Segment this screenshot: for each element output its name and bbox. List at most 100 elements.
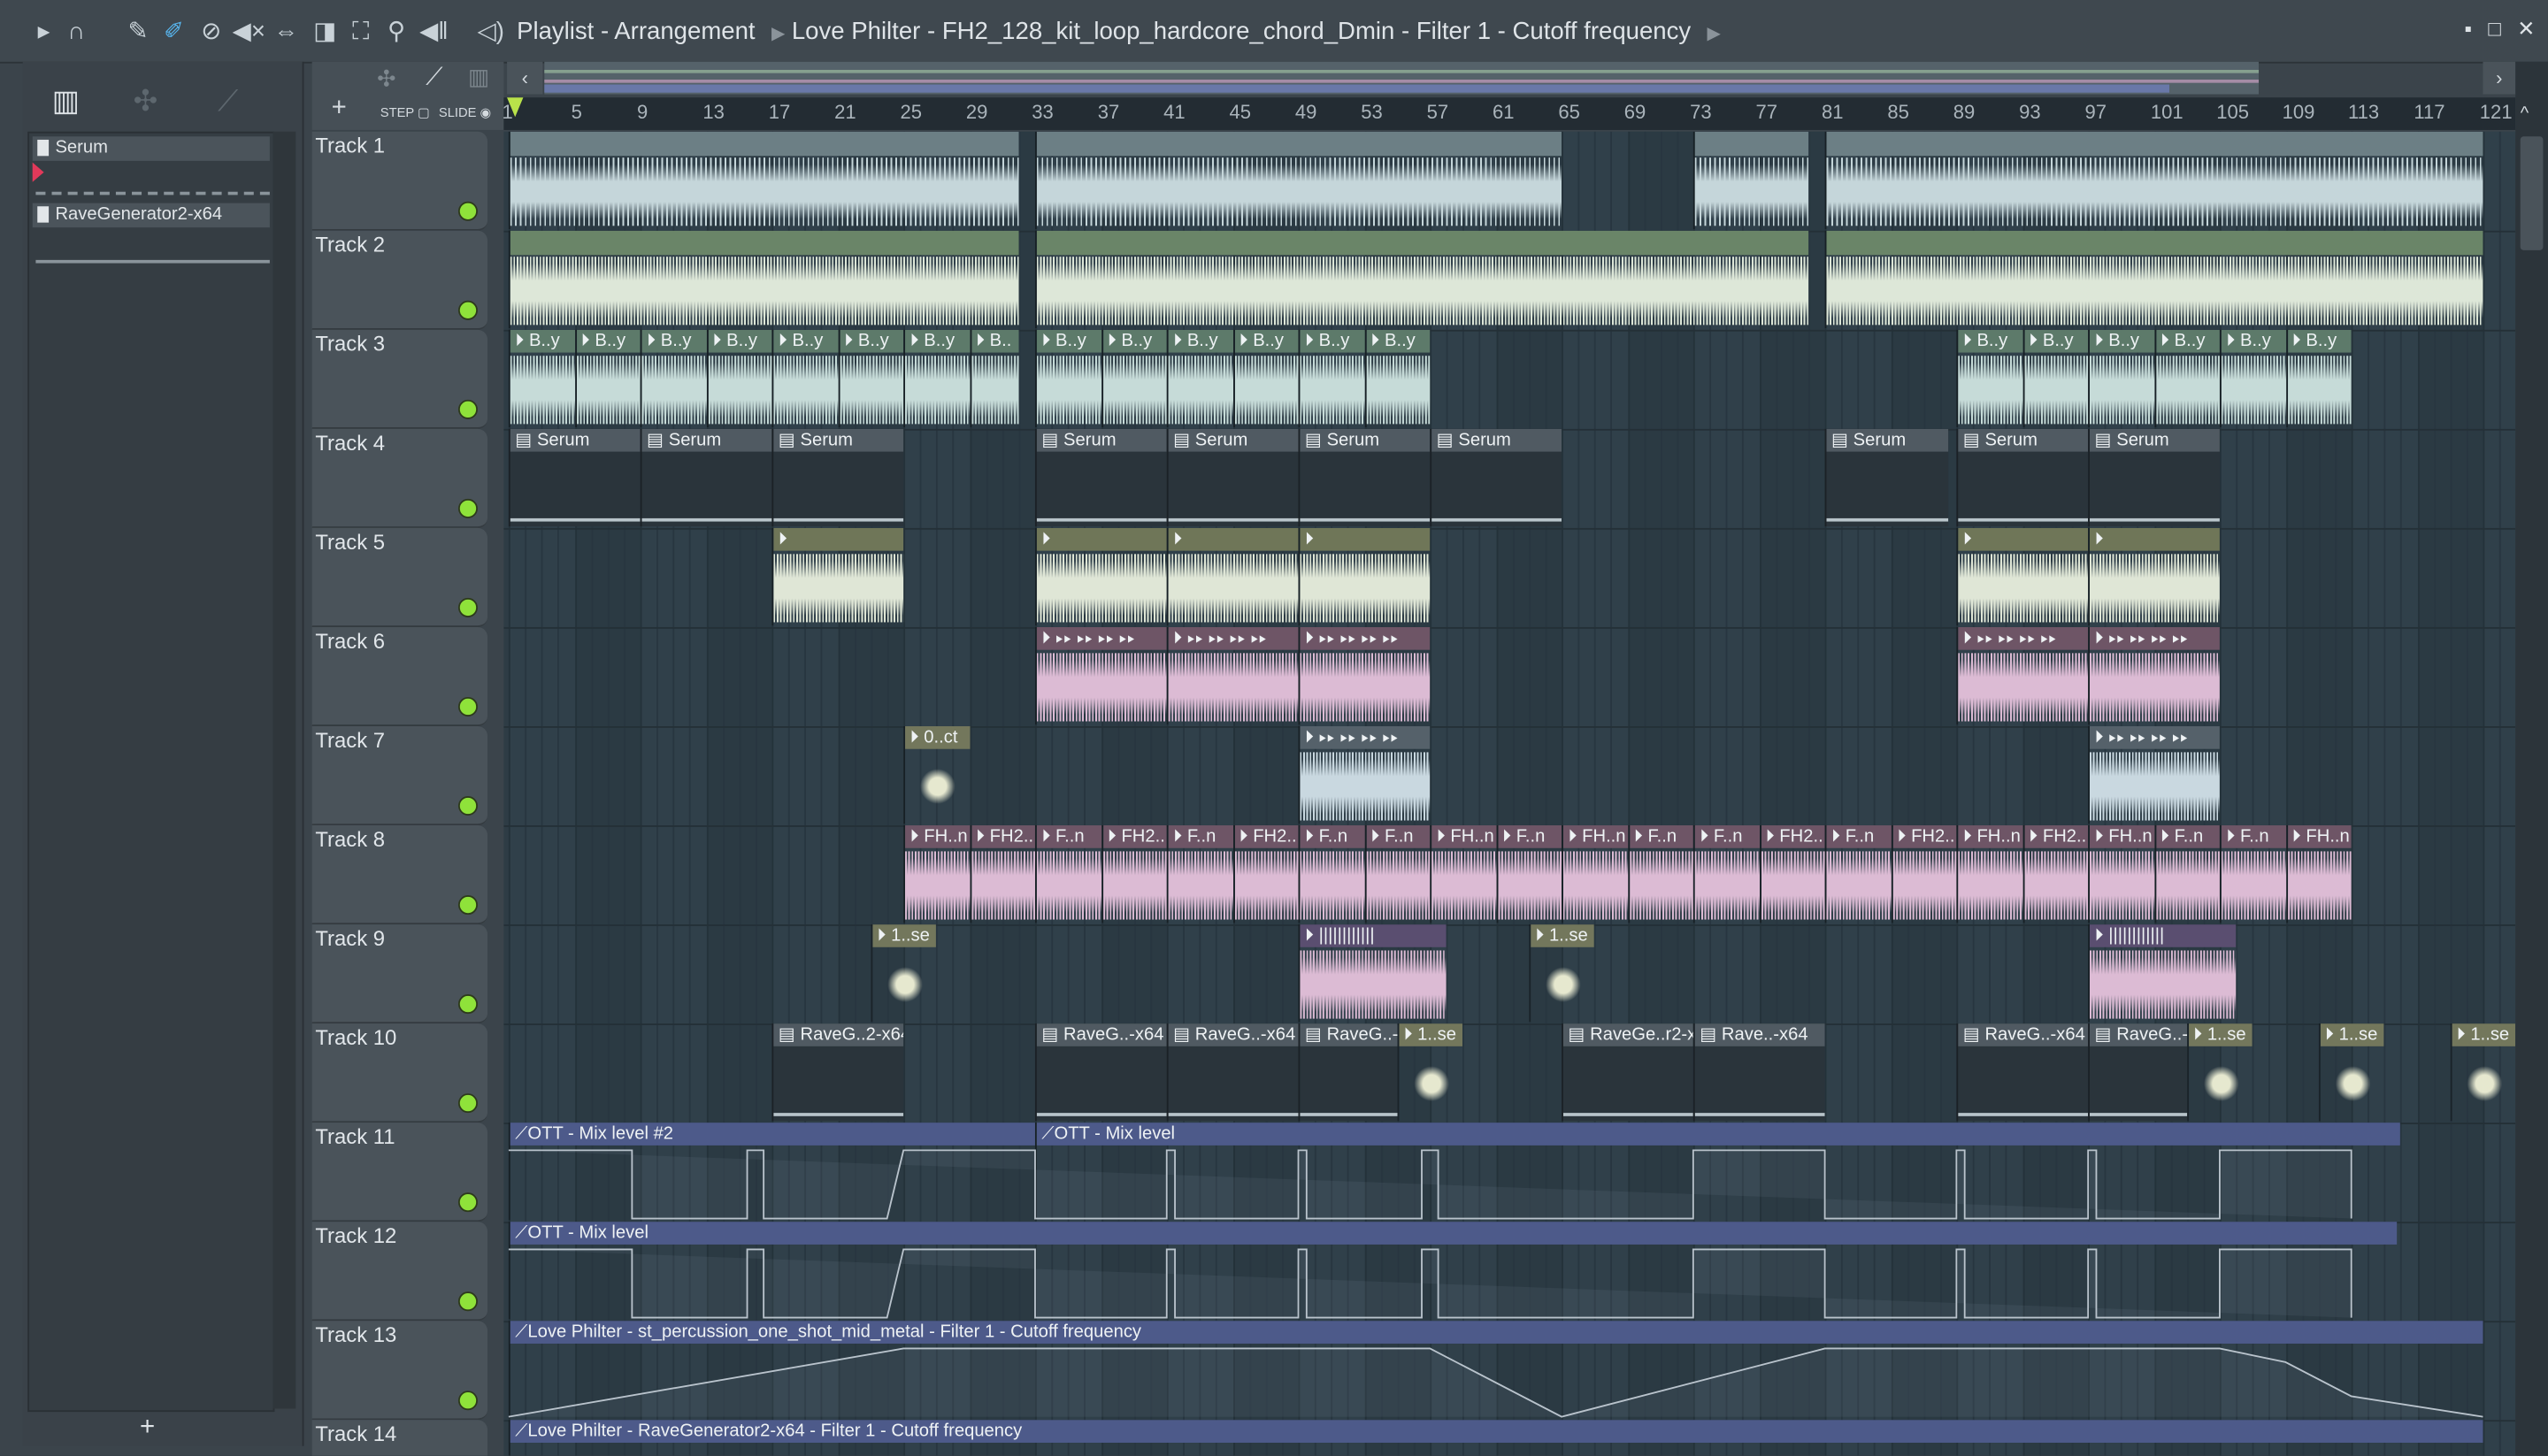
audio-clip[interactable]: ⏵ FH..n [2285,825,2352,923]
pattern-clip[interactable]: ▤ Serum [1956,428,2089,527]
audio-clip[interactable]: ⏵ FH2.. [1232,825,1299,923]
paint-icon[interactable]: ✐ [159,18,188,47]
audio-clip[interactable]: ⏵ |||||||||||| [2088,924,2237,1023]
track-header[interactable]: Track 2 [311,230,488,330]
close-button[interactable]: ✕ [2517,16,2535,41]
track-header[interactable]: Track 5 [311,527,488,627]
pattern-clip[interactable]: ▤ RaveG..-x64 [1166,1023,1299,1122]
audio-clip[interactable]: ⏵ B..y [2153,329,2220,428]
audio-clip[interactable]: ⏵ B..y [1298,329,1364,428]
pattern-clip[interactable]: ▤ Serum [1430,428,1562,527]
audio-clip[interactable]: ⏵ 1..se [1397,1023,1463,1122]
track-header[interactable]: Track 3 [311,329,488,429]
maximize-button[interactable]: □ [2488,16,2500,41]
audio-clip[interactable]: ⏵ FH..n [1430,825,1496,923]
add-track-button[interactable]: + [332,95,347,124]
audio-clip[interactable]: ⏵ FH2.. [1101,825,1167,923]
audio-clip[interactable]: ⏵ FH..n [1956,825,2022,923]
audio-clip[interactable]: ⏵ FH2.. [969,825,1035,923]
pattern-clip[interactable]: ▤ Serum [2088,428,2220,527]
audio-clip[interactable]: ⏵ F..n [1824,825,1892,923]
automation-clip[interactable]: ⟋OTT - Mix level [1034,1123,2401,1221]
audio-clip[interactable] [508,131,1019,229]
track-enable-led[interactable] [457,895,478,916]
track-header[interactable]: Track 13 [311,1321,488,1421]
pattern-clip[interactable]: ▤ Serum [771,428,904,527]
track-lane[interactable]: ⏵ ▸▸ ▸▸ ▸▸ ▸▸ ⏵ ▸▸ ▸▸ ▸▸ ▸▸ ⏵ ▸▸ ▸▸ ▸▸ ▸▸ ⏵… [503,626,2516,728]
track-lane[interactable]: ⏵ 1..se ⏵ |||||||||||| ⏵ 1..se ⏵ ||||||||||… [503,924,2516,1025]
track-lane[interactable] [503,230,2516,332]
audio-clip[interactable]: ⏵ F..n [1363,825,1431,923]
automation-clip[interactable]: ⟋Love Philter - RaveGenerator2-x64 - Fil… [508,1420,2483,1456]
speaker-icon[interactable]: ◁) [476,18,505,47]
audio-clip[interactable] [1034,131,1562,229]
audio-clip[interactable]: ⏵ ▸▸ ▸▸ ▸▸ ▸▸ [1034,626,1167,725]
track-enable-led[interactable] [457,1291,478,1312]
audio-clip[interactable]: ⏵ ▸▸ ▸▸ ▸▸ ▸▸ [1298,626,1431,725]
slide-toggle[interactable]: SLIDE ◉ [439,105,491,120]
audio-clip[interactable]: ⏵ [2088,527,2220,626]
track-enable-led[interactable] [457,300,478,320]
audio-clip[interactable]: ⏵ 1..se [2318,1023,2384,1122]
automation-icon[interactable]: ⟋ [426,64,442,91]
pattern-clip[interactable]: ▤ Serum [1034,428,1167,527]
track-enable-led[interactable] [457,795,478,816]
track-header[interactable]: Track 1 [311,131,488,231]
track-enable-led[interactable] [457,1391,478,1411]
scroll-left-button[interactable]: ‹ [507,61,543,95]
pencil-icon[interactable]: ✎ [124,18,153,47]
zoom-icon[interactable]: ⚲ [382,18,411,47]
pattern-clip[interactable]: ▤ RaveG..2-x64 [771,1023,904,1122]
minimize-button[interactable]: ▪ [2465,16,2472,41]
audio-clip[interactable]: ⏵ B..y [1166,329,1233,428]
audio-clip[interactable]: ⏵ B..y [1232,329,1299,428]
audio-clip[interactable]: ⏵ FH..n [903,825,970,923]
track-lane[interactable]: ⟋OTT - Mix level [503,1222,2516,1323]
track-enable-led[interactable] [457,201,478,221]
scrollbar-thumb[interactable] [2520,136,2544,250]
audio-wave-icon[interactable]: ✣ [134,85,158,119]
vertical-scrollbar[interactable]: ^ [2515,61,2548,1456]
breadcrumb-target[interactable]: Love Philter - FH2_128_kit_loop_hardcore… [792,18,1691,45]
audio-clip[interactable]: ⏵ 0..ct [903,726,970,824]
track-enable-led[interactable] [457,399,478,419]
audio-clip[interactable]: ⏵ 1..se [1528,924,1595,1023]
audio-clip[interactable]: ⏵ F..n [2219,825,2286,923]
track-enable-led[interactable] [457,994,478,1015]
track-lane[interactable]: ▤ Serum ▤ Serum ▤ Serum ▤ Serum ▤ Serum ▤ Ser… [503,428,2516,530]
audio-clip[interactable] [1692,131,1809,229]
track-header[interactable]: Track 9 [311,924,488,1024]
audio-clip[interactable]: ⏵ B..y [2088,329,2154,428]
audio-clip[interactable]: ⏵ FH..n [1562,825,1628,923]
audio-clip[interactable]: ⏵ |||||||||||| [1298,924,1447,1023]
track-enable-led[interactable] [457,1093,478,1114]
track-lane[interactable]: ⟋OTT - Mix level #2 ⟋OTT - Mix level [503,1123,2516,1224]
track-header[interactable]: Track 7 [311,726,488,826]
playlist-overview[interactable] [544,61,2260,95]
audio-clip[interactable]: ⏵ F..n [1495,825,1562,923]
timeline-ruler[interactable]: 1 5 9 13 17 21 25 29 33 37 41 45 49 53 57 61 65 69 73 77 81 8… [503,97,2516,130]
automation-clip[interactable]: ⟋Love Philter - st_percussion_one_shot_m… [508,1321,2483,1419]
audio-clip[interactable]: ⏵ B..y [1956,329,2022,428]
automation-clip[interactable]: ⟋OTT - Mix level #2 [508,1123,1035,1221]
track-enable-led[interactable] [457,1192,478,1213]
audio-clip[interactable]: ⏵ [1034,527,1167,626]
audio-clip[interactable]: ⏵ B..y [771,329,838,428]
track-lane[interactable]: ⏵ ⏵ ⏵ ⏵ ⏵ ⏵ [503,527,2516,629]
select-icon[interactable]: ⛶ [346,18,375,47]
playlist-grid[interactable]: ⏵ B..y ⏵ B..y ⏵ B..y ⏵ B..y ⏵ B..y ⏵ B..y ⏵ B.… [503,131,2516,1456]
audio-clip[interactable]: ⏵ [1298,527,1431,626]
channel-list-scrollbar[interactable] [272,131,296,1409]
track-header[interactable]: Track 6 [311,626,488,727]
scroll-right-button[interactable]: › [2483,61,2516,95]
channel-item-serum[interactable]: Serum [32,136,270,161]
automation-clip[interactable]: ⟋OTT - Mix level [508,1222,2398,1320]
audio-clip[interactable]: ⏵ B..y [2285,329,2352,428]
slice-icon[interactable]: ◨ [311,18,340,47]
track-lane[interactable]: ⏵ FH..n ⏵ FH2.. ⏵ F..n ⏵ FH2.. ⏵ F..n ⏵ FH2..… [503,825,2516,926]
audio-clip[interactable] [1034,230,1809,329]
track-enable-led[interactable] [457,498,478,518]
audio-clip[interactable]: ⏵ B..y [640,329,707,428]
audio-clip[interactable]: ⏵ B..y [837,329,904,428]
track-lane[interactable]: ⟋Love Philter - st_percussion_one_shot_m… [503,1321,2516,1422]
